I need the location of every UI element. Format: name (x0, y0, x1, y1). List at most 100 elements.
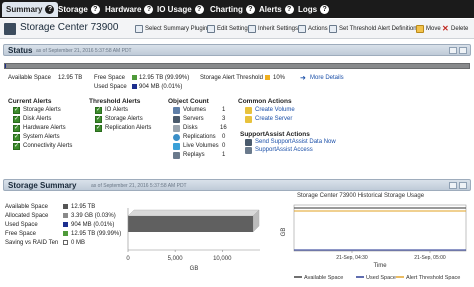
current-alert-item[interactable]: Hardware Alerts (23, 125, 66, 131)
summary-row-value: 0 MB (71, 240, 86, 246)
check-icon: ✓ (13, 134, 20, 141)
check-icon: ✓ (95, 116, 102, 123)
check-icon: ✓ (13, 116, 20, 123)
space-usage-bar (4, 63, 470, 69)
object-count-label[interactable]: Volumes (183, 107, 206, 113)
threshold-alert-item[interactable]: IO Alerts (105, 107, 128, 113)
tab-label: IO Usage (157, 5, 192, 14)
server-icon (173, 116, 180, 123)
object-count-value: 0 (222, 134, 226, 140)
main-tab-bar: Summary? Storage? Hardware? IO Usage? Ch… (0, 0, 474, 18)
storage-summary-date: as of September 21, 2016 5:37:58 AM PDT (91, 183, 187, 189)
line-chart-title: Storage Center 73900 Historical Storage … (297, 193, 425, 199)
free-space-value: 12.95 TB (99.99%) (139, 75, 190, 81)
maximize-icon[interactable] (459, 182, 467, 189)
legend-label: Used Space (366, 275, 396, 281)
select-summary-plugins-button[interactable]: Select Summary Plugins (135, 23, 210, 35)
set-threshold-alert-definitions-button[interactable]: Set Threshold Alert Definitions (329, 23, 420, 35)
current-alert-item[interactable]: Disk Alerts (23, 116, 51, 122)
storage-bar-chart: 0 5,000 10,000 GB (126, 208, 260, 272)
page-title: Storage Center 73900 (20, 22, 119, 33)
legend-label: Available Space (304, 275, 343, 281)
available-space-value: 12.95 TB (58, 75, 83, 81)
current-alert-item[interactable]: Storage Alerts (23, 107, 61, 113)
status-section-title: Status (8, 46, 33, 55)
line-chart-y-label: GB (281, 228, 287, 237)
restore-icon[interactable] (449, 47, 457, 54)
tab-charting[interactable]: Charting? (210, 2, 255, 17)
inherit-settings-button[interactable]: Inherit Settings (248, 23, 298, 35)
object-count-label[interactable]: Servers (183, 116, 204, 122)
line-chart-plot-area (293, 204, 467, 252)
free-space-label: Free Space (94, 75, 126, 81)
summary-row-label: Available Space (5, 204, 48, 210)
summary-row-swatch (63, 213, 68, 218)
create-server-link[interactable]: Create Server (255, 116, 292, 122)
threshold-alerts-heading: Threshold Alerts (89, 98, 141, 105)
help-icon[interactable]: ? (90, 5, 100, 14)
create-volume-link[interactable]: Create Volume (255, 107, 295, 113)
status-section-header: Status as of September 21, 2016 5:37:58 … (3, 44, 471, 56)
tab-label: Logs (298, 5, 318, 14)
summary-row-label: Saving vs RAID Ten (5, 240, 59, 246)
check-icon: ✓ (13, 107, 20, 114)
object-count-value: 3 (222, 116, 226, 122)
help-icon[interactable]: ? (284, 5, 294, 14)
object-count-value: 16 (220, 125, 227, 131)
help-icon[interactable]: ? (194, 5, 204, 14)
bar-tick-label: 5,000 (168, 256, 184, 262)
used-space-value: 904 MB (0.01%) (139, 84, 183, 90)
used-space-swatch (132, 84, 137, 89)
help-icon[interactable]: ? (45, 5, 55, 14)
live-volume-icon (173, 143, 180, 150)
check-icon: ✓ (95, 107, 102, 114)
arrow-right-icon: ➜ (300, 75, 306, 82)
threshold-alert-item[interactable]: Storage Alerts (105, 116, 143, 122)
tab-label: Alerts (259, 5, 282, 14)
edit-settings-button[interactable]: Edit Settings (207, 23, 251, 35)
plugins-icon (135, 25, 143, 33)
tab-summary[interactable]: Summary? (2, 2, 59, 17)
current-alerts-heading: Current Alerts (8, 98, 52, 105)
object-count-label[interactable]: Live Volumes (183, 143, 219, 149)
summary-row-value: 12.95 TB (99.99%) (71, 231, 122, 237)
edit-icon (207, 25, 215, 33)
common-actions-heading: Common Actions (238, 98, 292, 105)
summary-row-label: Free Space (5, 231, 37, 237)
object-count-label[interactable]: Replays (183, 152, 205, 158)
tab-storage[interactable]: Storage? (58, 2, 100, 17)
tab-alerts[interactable]: Alerts? (259, 2, 294, 17)
bar-tick-label: 10,000 (213, 256, 232, 262)
tab-label: Hardware (105, 5, 142, 14)
help-icon[interactable]: ? (144, 5, 154, 14)
move-button[interactable]: Move (416, 23, 441, 35)
current-alert-item[interactable]: System Alerts (23, 134, 60, 140)
more-details-link[interactable]: More Details (310, 75, 344, 81)
threshold-alert-item[interactable]: Replication Alerts (105, 125, 151, 131)
space-usage-fill (5, 64, 6, 68)
actions-button[interactable]: Actions (298, 23, 328, 35)
current-alert-item[interactable]: Connectivity Alerts (23, 143, 72, 149)
supportassist-access-link[interactable]: SupportAssist Access (255, 147, 313, 153)
line-chart-x-label: Time (373, 263, 387, 269)
bar-top-face (127, 209, 260, 217)
summary-row-swatch (63, 231, 68, 236)
tab-logs[interactable]: Logs? (298, 2, 330, 17)
move-icon (416, 25, 424, 33)
object-count-label[interactable]: Replications (183, 134, 216, 140)
storage-summary-title: Storage Summary (8, 181, 77, 190)
help-icon[interactable]: ? (245, 5, 255, 14)
tab-label: Storage (58, 5, 88, 14)
tab-io-usage[interactable]: IO Usage? (157, 2, 204, 17)
maximize-icon[interactable] (459, 47, 467, 54)
send-supportassist-data-link[interactable]: Send SupportAssist Data Now (255, 139, 336, 145)
restore-icon[interactable] (449, 182, 457, 189)
tab-label: Summary (6, 5, 43, 14)
threshold-value: 10% (273, 75, 286, 81)
help-icon[interactable]: ? (320, 5, 330, 14)
tab-hardware[interactable]: Hardware? (105, 2, 154, 17)
check-icon: ✓ (95, 125, 102, 132)
used-space-label: Used Space (94, 84, 127, 90)
object-count-label[interactable]: Disks (183, 125, 198, 131)
delete-button[interactable]: ✕ Delete (442, 23, 468, 35)
